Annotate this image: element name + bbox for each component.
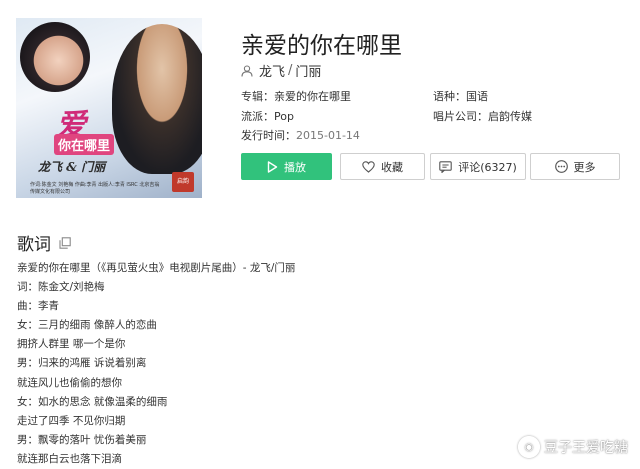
cover-woman-portrait [20, 22, 90, 92]
lyric-line: 走过了四季 不见你归期 [17, 414, 126, 427]
meta-album: 专辑：亲爱的你在哪里 [241, 88, 351, 104]
more-button[interactable]: 更多 [530, 153, 620, 180]
lyric-line: 男：飘零的落叶 忧伤着美丽 [17, 433, 147, 446]
user-icon [241, 64, 253, 77]
watermark-logo-icon: ◉ [518, 436, 540, 458]
watermark-text: 豆子王爱吃糖 [544, 440, 628, 456]
genre-label: 流派： [241, 110, 274, 123]
artist-separator: / [288, 63, 293, 78]
cover-label-logo: 启韵 [172, 172, 194, 192]
song-title: 亲爱的你在哪里 [241, 33, 402, 59]
cover-man-portrait [112, 24, 202, 174]
heart-icon [362, 160, 375, 173]
artist-link-longfei[interactable]: 龙飞 [259, 61, 285, 80]
album-link[interactable]: 亲爱的你在哪里 [274, 90, 351, 103]
lyrics-header: 歌词 [17, 230, 71, 255]
meta-language: 语种：国语 [433, 88, 488, 104]
copy-icon[interactable] [59, 236, 71, 249]
language-label: 语种： [433, 90, 466, 103]
cover-title-main: 你在哪里 [54, 134, 115, 155]
lyric-line: 就连风儿也偷偷的想你 [17, 376, 122, 389]
date-label: 发行时间： [241, 129, 296, 142]
comment-icon [439, 160, 452, 173]
date-value: 2015-01-14 [296, 129, 360, 142]
meta-genre: 流派：Pop [241, 108, 294, 124]
artist-link-menli[interactable]: 门丽 [295, 61, 321, 80]
company-label: 唱片公司： [433, 110, 488, 123]
lyric-line: 就连那白云也落下泪滴 [17, 452, 122, 465]
lyric-line: 词：陈金文/刘艳梅 [17, 281, 105, 294]
favorite-button[interactable]: 收藏 [340, 153, 425, 180]
cover-credits: 作词:陈金文 刘艳梅 作曲:李青 出版人:李青 ISRC 北京吉翁传媒文化有限公… [30, 182, 160, 195]
genre-value: Pop [274, 110, 294, 123]
lyric-line: 曲：李青 [17, 300, 59, 313]
meta-date: 发行时间：2015-01-14 [241, 127, 360, 143]
play-button[interactable]: 播放 [241, 153, 332, 180]
cover-artists: 龙飞 & 门丽 [38, 160, 106, 174]
lyric-line: 拥挤人群里 哪一个是你 [17, 338, 126, 351]
watermark: ◉ 豆子王爱吃糖 [518, 436, 628, 458]
language-value: 国语 [466, 90, 488, 103]
lyrics-heading: 歌词 [17, 235, 51, 255]
favorite-label: 收藏 [381, 160, 403, 174]
play-icon [267, 160, 278, 173]
lyric-line: 女：如水的思念 就像温柔的细雨 [17, 395, 168, 408]
album-label: 专辑： [241, 90, 274, 103]
comment-label: 评论(6327) [458, 160, 517, 174]
lyric-line: 男：归来的鸿雁 诉说着别离 [17, 357, 147, 370]
lyric-line: 女：三月的细雨 像醉人的恋曲 [17, 319, 157, 332]
artist-row: 龙飞 / 门丽 [241, 61, 321, 80]
more-icon [554, 160, 568, 173]
company-link[interactable]: 启韵传媒 [488, 110, 532, 123]
meta-company: 唱片公司：启韵传媒 [433, 108, 532, 124]
lyric-line: 亲爱的你在哪里（《再见萤火虫》电视剧片尾曲）- 龙飞/门丽 [17, 262, 296, 274]
lyrics-list: 亲爱的你在哪里（《再见萤火虫》电视剧片尾曲）- 龙飞/门丽 词：陈金文/刘艳梅 … [17, 259, 295, 469]
more-label: 更多 [573, 160, 596, 174]
play-label: 播放 [284, 160, 306, 174]
album-cover[interactable]: 爱 你在哪里 龙飞 & 门丽 作词:陈金文 刘艳梅 作曲:李青 出版人:李青 I… [16, 18, 202, 198]
comment-button[interactable]: 评论(6327) [430, 153, 526, 180]
